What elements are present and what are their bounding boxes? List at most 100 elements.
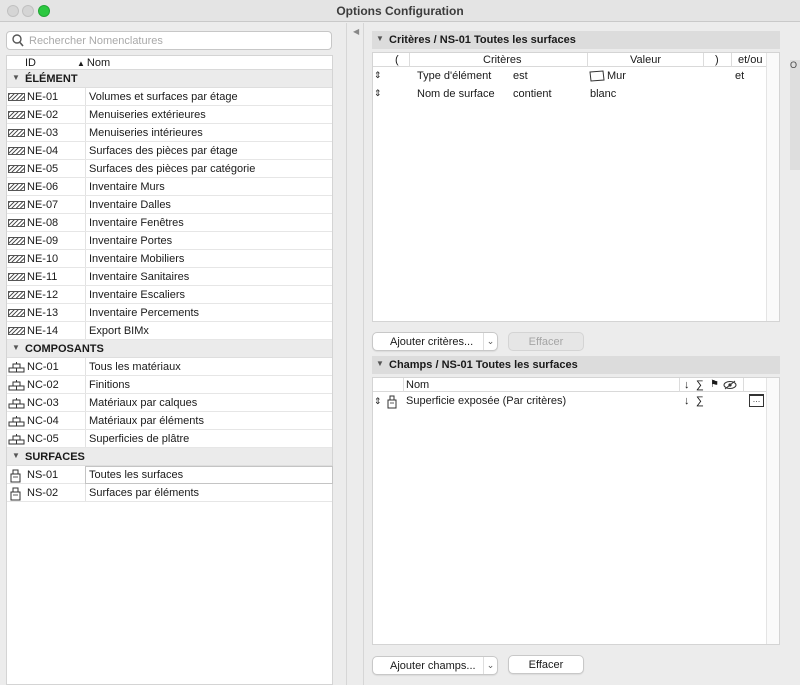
item-name: Matériaux par calques	[89, 397, 198, 409]
criteria-etou[interactable]: et	[735, 70, 744, 82]
item-name: Menuiseries extérieures	[89, 109, 206, 121]
list-item[interactable]: NE-05 Surfaces des pièces par catégorie	[7, 160, 332, 178]
list-item[interactable]: NE-09 Inventaire Portes	[7, 232, 332, 250]
drag-handle-icon[interactable]: ⇕	[374, 88, 382, 99]
criteria-operator[interactable]: contient	[513, 88, 552, 100]
field-row[interactable]: ⇕ Superficie exposée (Par critères) ↓ ∑ …	[373, 392, 779, 412]
group-header[interactable]: ▼ ÉLÉMENT	[7, 70, 332, 88]
clear-criteria-button[interactable]: Effacer	[508, 332, 584, 351]
list-item[interactable]: NE-03 Menuiseries intérieures	[7, 124, 332, 142]
list-item[interactable]: NE-06 Inventaire Murs	[7, 178, 332, 196]
item-name: Menuiseries intérieures	[89, 127, 203, 139]
item-id: NC-03	[27, 397, 59, 409]
column-etou: et/ou	[738, 54, 763, 66]
item-id: NE-09	[27, 235, 59, 247]
more-options-icon[interactable]: …	[749, 394, 764, 407]
clear-fields-button[interactable]: Effacer	[508, 655, 584, 674]
hatch-element-icon	[8, 325, 25, 337]
item-id: NE-03	[27, 127, 59, 139]
item-name: Inventaire Mobiliers	[89, 253, 185, 265]
hatch-element-icon	[8, 91, 25, 103]
list-item[interactable]: NE-10 Inventaire Mobiliers	[7, 250, 332, 268]
item-id: NC-02	[27, 379, 59, 391]
criteria-row[interactable]: ⇕ Type d'élément est Mur et	[373, 67, 779, 85]
hatch-element-icon	[8, 163, 25, 175]
hatch-element-icon	[8, 235, 25, 247]
item-id: NE-11	[27, 271, 58, 283]
list-item[interactable]: NC-02 Finitions	[7, 376, 332, 394]
champs-section-header[interactable]: ▼ Champs / NS-01 Toutes les surfaces	[372, 356, 780, 374]
chevron-down-icon: ⌄	[483, 333, 497, 350]
list-item[interactable]: NS-01 Toutes les surfaces	[7, 466, 333, 484]
drag-handle-icon[interactable]: ⇕	[374, 70, 382, 81]
list-item[interactable]: NE-12 Inventaire Escaliers	[7, 286, 332, 304]
bricks-icon	[8, 415, 25, 427]
criteria-operator[interactable]: est	[513, 70, 528, 82]
criteria-value[interactable]: blanc	[590, 88, 616, 100]
column-id-header[interactable]: ID	[25, 57, 36, 69]
group-header[interactable]: ▼ COMPOSANTS	[7, 340, 332, 358]
item-id: NE-14	[27, 325, 59, 337]
list-item[interactable]: NE-02 Menuiseries extérieures	[7, 106, 332, 124]
add-criteria-button[interactable]: Ajouter critères... ⌄	[372, 332, 498, 351]
hatch-element-icon	[8, 181, 25, 193]
item-id: NE-10	[27, 253, 59, 265]
disclosure-triangle-icon[interactable]: ▼	[12, 73, 20, 82]
list-item[interactable]: NS-02 Surfaces par éléments	[7, 484, 332, 502]
sort-down-icon[interactable]: ↓	[684, 395, 690, 407]
item-id: NE-01	[27, 91, 59, 103]
list-item[interactable]: NC-04 Matériaux par éléments	[7, 412, 332, 430]
list-item[interactable]: NE-14 Export BIMx	[7, 322, 332, 340]
list-item[interactable]: NE-11 Inventaire Sanitaires	[7, 268, 332, 286]
panel-splitter[interactable]: ◀	[346, 23, 364, 685]
collapse-left-icon[interactable]: ◀	[353, 27, 359, 36]
search-input[interactable]	[29, 33, 325, 48]
item-id: NE-08	[27, 217, 59, 229]
criteria-row[interactable]: ⇕ Nom de surface contient blanc	[373, 85, 779, 103]
window-title: Options Configuration	[336, 4, 464, 18]
item-id: NS-02	[27, 487, 59, 499]
list-item[interactable]: NE-07 Inventaire Dalles	[7, 196, 332, 214]
add-fields-button[interactable]: Ajouter champs... ⌄	[372, 656, 498, 675]
list-item[interactable]: NE-04 Surfaces des pièces par étage	[7, 142, 332, 160]
list-item[interactable]: NC-03 Matériaux par calques	[7, 394, 332, 412]
item-name: Surfaces des pièces par catégorie	[89, 163, 256, 175]
criteres-section-header[interactable]: ▼ Critères / NS-01 Toutes les surfaces	[372, 31, 780, 49]
criteria-field[interactable]: Type d'élément	[417, 70, 491, 82]
list-item[interactable]: NE-08 Inventaire Fenêtres	[7, 214, 332, 232]
item-id: NS-01	[27, 469, 59, 481]
hatch-element-icon	[8, 109, 25, 121]
list-item[interactable]: NC-01 Tous les matériaux	[7, 358, 332, 376]
list-item[interactable]: NE-13 Inventaire Percements	[7, 304, 332, 322]
group-label: COMPOSANTS	[25, 343, 104, 355]
criteria-field[interactable]: Nom de surface	[417, 88, 495, 100]
item-id: NE-07	[27, 199, 59, 211]
hatch-element-icon	[8, 199, 25, 211]
disclosure-triangle-icon[interactable]: ▼	[376, 359, 384, 368]
search-field[interactable]	[6, 31, 332, 50]
criteria-value[interactable]: Mur	[607, 70, 626, 82]
drag-handle-icon[interactable]: ⇕	[374, 396, 382, 407]
bricks-icon	[8, 397, 25, 409]
disclosure-triangle-icon[interactable]: ▼	[12, 451, 20, 460]
column-criteres: Critères	[483, 54, 522, 66]
column-nom-header[interactable]: ▲ Nom	[77, 57, 110, 69]
paint-bucket-icon	[8, 469, 25, 483]
list-item[interactable]: NC-05 Superficies de plâtre	[7, 430, 332, 448]
disclosure-triangle-icon[interactable]: ▼	[376, 34, 384, 43]
hatch-element-icon	[8, 289, 25, 301]
criteres-section-title: Critères / NS-01 Toutes les surfaces	[389, 34, 576, 46]
field-name[interactable]: Superficie exposée (Par critères)	[406, 395, 566, 407]
list-item[interactable]: NE-01 Volumes et surfaces par étage	[7, 88, 332, 106]
sum-icon[interactable]: ∑	[696, 395, 704, 407]
item-name: Matériaux par éléments	[89, 415, 204, 427]
group-header[interactable]: ▼ SURFACES	[7, 448, 332, 466]
item-name: Tous les matériaux	[89, 361, 181, 373]
criteres-scrollbar[interactable]	[766, 53, 779, 321]
bricks-icon	[8, 379, 25, 391]
disclosure-triangle-icon[interactable]: ▼	[12, 343, 20, 352]
item-id: NE-13	[27, 307, 59, 319]
item-name: Inventaire Dalles	[89, 199, 171, 211]
champs-scrollbar[interactable]	[766, 378, 779, 644]
details-panel: ▼ Critères / NS-01 Toutes les surfaces (…	[364, 23, 800, 685]
